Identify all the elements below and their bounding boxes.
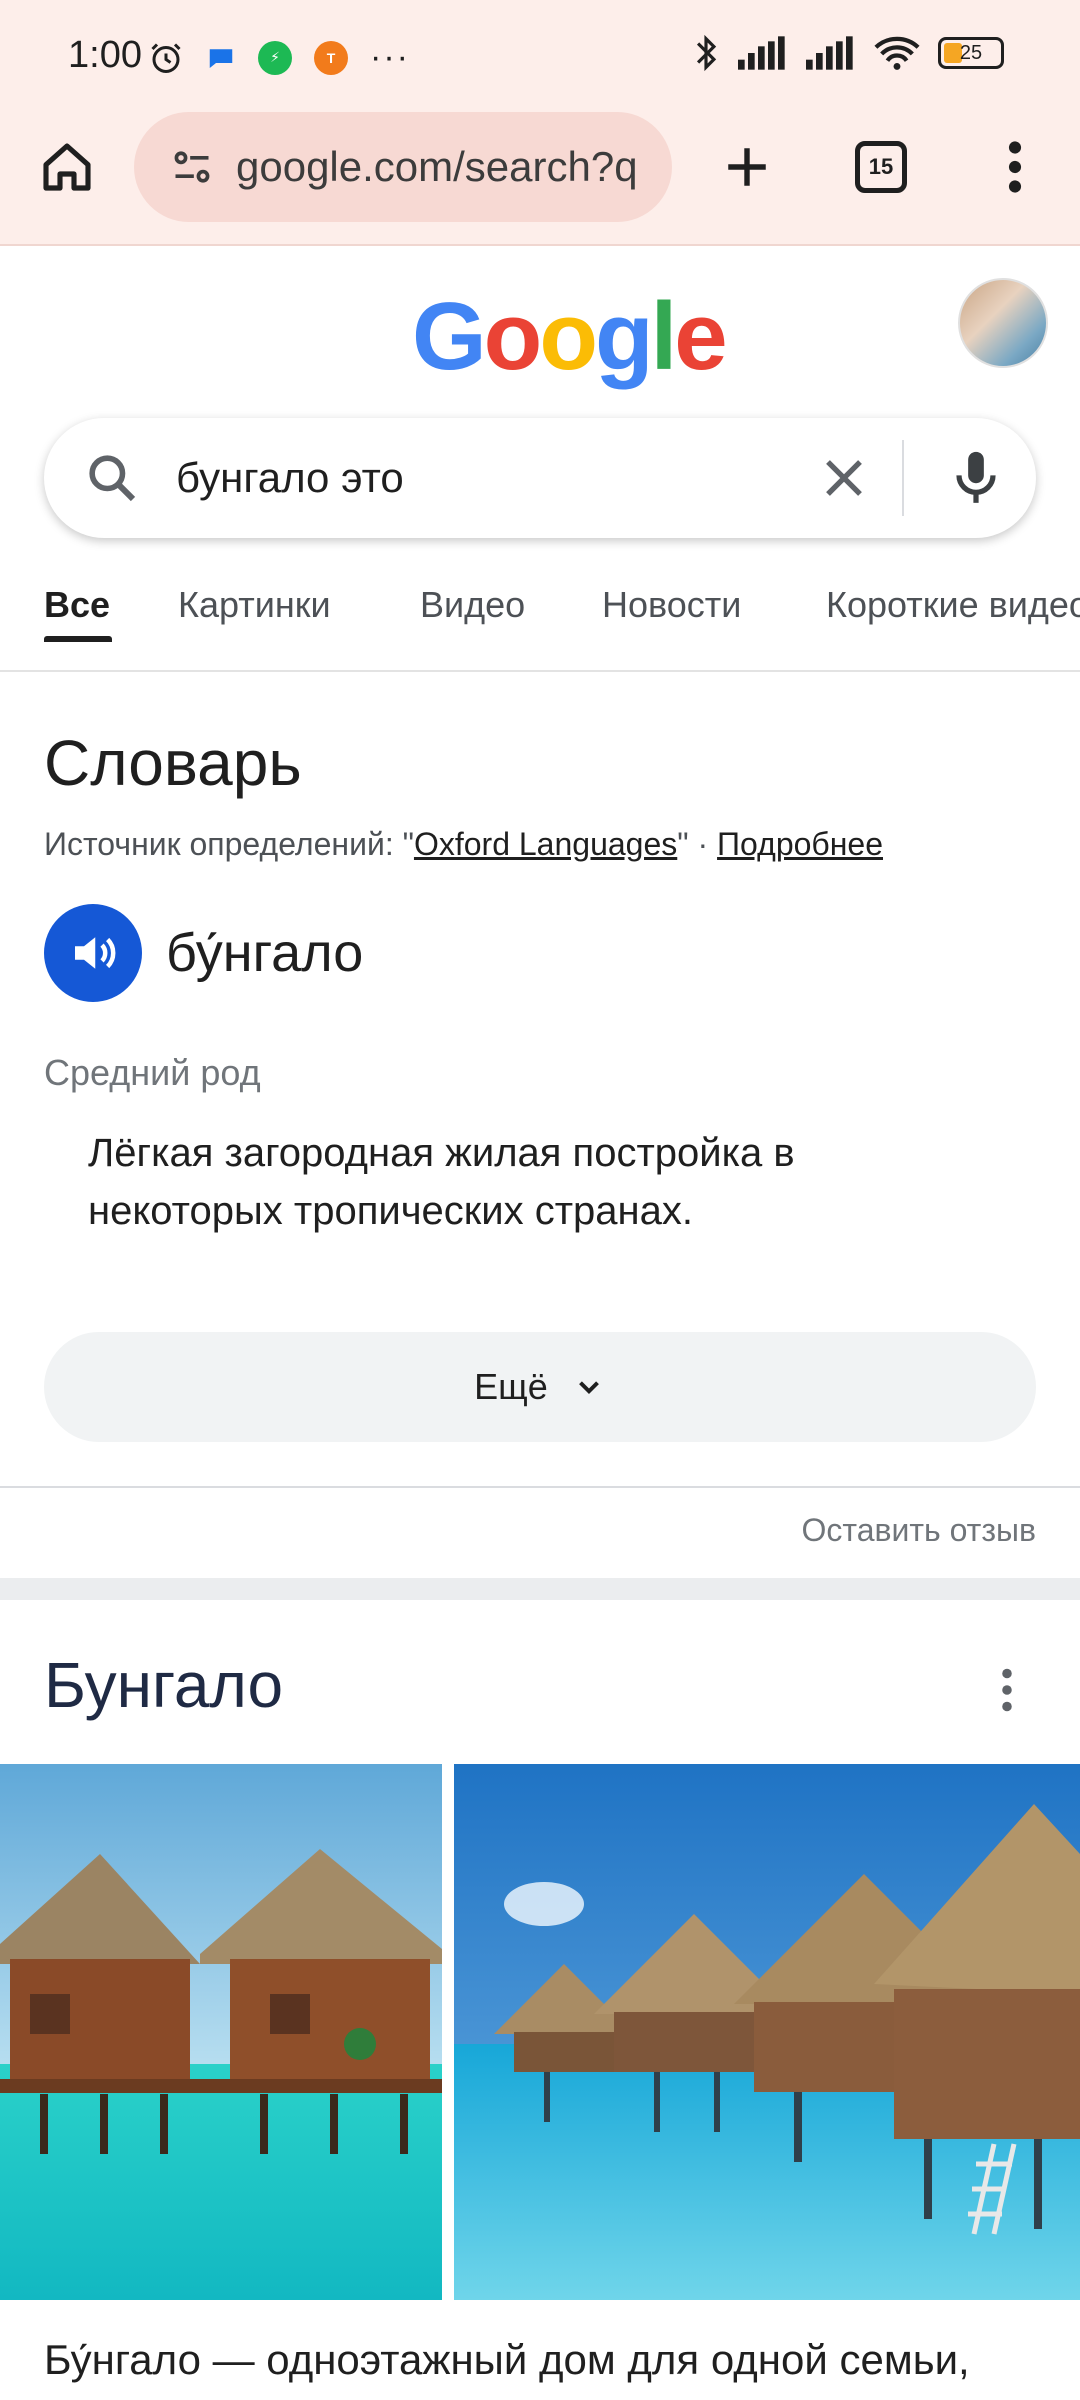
tab-images[interactable]: Картинки bbox=[178, 584, 331, 626]
plus-icon bbox=[728, 148, 766, 186]
battery-level: 25 bbox=[959, 41, 983, 64]
browser-chrome: 1:00 ⚡ T ··· 25 google.com/search?q 15 bbox=[0, 0, 1080, 246]
account-avatar[interactable] bbox=[958, 278, 1048, 368]
notification-icons: ⚡ T ··· bbox=[148, 38, 410, 77]
bluetooth-icon bbox=[696, 34, 717, 72]
divider bbox=[0, 1486, 1080, 1488]
chevron-down-icon bbox=[578, 1381, 599, 1395]
tab-short-videos[interactable]: Короткие видео bbox=[826, 584, 1080, 626]
home-button[interactable] bbox=[32, 132, 102, 202]
part-of-speech: Средний род bbox=[44, 1052, 261, 1093]
signal-icon-2 bbox=[806, 36, 853, 70]
google-logo[interactable]: Google bbox=[412, 282, 728, 392]
app-notification-icon: ⚡ bbox=[258, 40, 292, 75]
site-settings-icon bbox=[174, 151, 210, 183]
home-icon bbox=[43, 143, 91, 191]
speaker-icon bbox=[75, 937, 116, 969]
url-text: google.com/search?q bbox=[236, 143, 638, 190]
browser-menu-button[interactable] bbox=[980, 132, 1050, 202]
feedback-link[interactable]: Оставить отзыв bbox=[802, 1512, 1037, 1549]
alarm-icon bbox=[151, 42, 181, 73]
more-notifications-icon: ··· bbox=[370, 38, 410, 76]
dictionary-title: Словарь bbox=[44, 727, 302, 799]
search-input[interactable]: бунгало это bbox=[176, 454, 404, 502]
more-button-label: Ещё bbox=[474, 1366, 548, 1407]
tab-videos[interactable]: Видео bbox=[420, 584, 525, 626]
tab-news[interactable]: Новости bbox=[602, 584, 741, 626]
tab-count: 15 bbox=[868, 154, 894, 179]
toolbar: google.com/search?q 15 bbox=[0, 112, 1080, 222]
more-vert-icon bbox=[1008, 141, 1022, 193]
source-suffix: " · bbox=[677, 826, 718, 862]
message-icon bbox=[209, 48, 233, 68]
search-tabs: Все Картинки Видео Новости Короткие виде… bbox=[0, 574, 1080, 672]
new-tab-button[interactable] bbox=[712, 132, 782, 202]
status-bar: 1:00 ⚡ T ··· 25 bbox=[0, 0, 1080, 118]
more-button[interactable]: Ещё bbox=[44, 1332, 1036, 1442]
clear-icon[interactable] bbox=[812, 446, 876, 510]
temu-icon: T bbox=[314, 40, 348, 75]
address-bar[interactable]: google.com/search?q bbox=[134, 112, 672, 222]
system-icons: 25 bbox=[692, 34, 1004, 72]
searchbox-divider bbox=[902, 440, 904, 516]
active-tab-indicator bbox=[44, 636, 112, 642]
search-box[interactable]: бунгало это bbox=[44, 418, 1036, 538]
more-info-link[interactable]: Подробнее bbox=[717, 826, 883, 862]
wifi-icon bbox=[874, 36, 920, 70]
knowledge-panel-title: Бунгало bbox=[44, 1649, 284, 1721]
bungalow-image-2[interactable] bbox=[454, 1764, 1080, 2300]
source-prefix: Источник определений: " bbox=[44, 826, 414, 862]
source-link[interactable]: Oxford Languages bbox=[414, 826, 677, 862]
more-vert-icon[interactable] bbox=[1000, 1668, 1014, 1712]
definition: Лёгкая загородная жилая постройка в неко… bbox=[88, 1131, 795, 1233]
dictionary-source: Источник определений: "Oxford Languages"… bbox=[44, 826, 883, 863]
search-icon bbox=[89, 455, 136, 502]
knowledge-panel-description: Бу́нгало — одноэтажный дом для одной сем… bbox=[44, 2336, 970, 2383]
battery-icon: 25 bbox=[938, 37, 1004, 69]
status-time: 1:00 bbox=[68, 34, 142, 76]
bungalow-image-1[interactable] bbox=[0, 1764, 442, 2300]
tab-all[interactable]: Все bbox=[44, 584, 110, 626]
pronunciation-button[interactable] bbox=[44, 904, 142, 1002]
section-separator bbox=[0, 1578, 1080, 1600]
mic-icon[interactable] bbox=[944, 444, 1008, 512]
signal-icon bbox=[738, 36, 785, 70]
tab-switcher-button[interactable]: 15 bbox=[846, 132, 916, 202]
headword: бу́нгало bbox=[166, 923, 364, 983]
